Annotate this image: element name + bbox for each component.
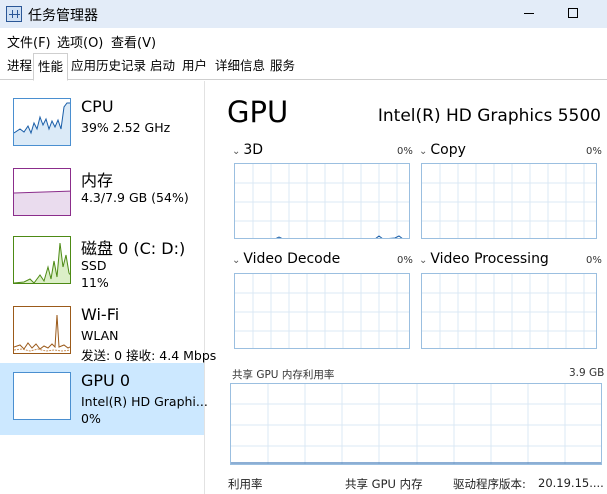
engine-video-decode-graph [234, 273, 410, 349]
sidebar-item-memory[interactable]: 内存 4.3/7.9 GB (54%) [0, 159, 204, 229]
engine-video-processing-label: Video Processing [430, 251, 549, 267]
task-manager-icon [6, 6, 22, 22]
engine-video-decode-label: Video Decode [243, 251, 341, 267]
chevron-down-icon: ⌄ [419, 255, 428, 266]
shared-memory-label: 共享 GPU 内存利用率 [232, 369, 335, 381]
engine-copy-percent: 0% [586, 146, 602, 157]
engine-copy-label: Copy [430, 142, 466, 158]
gpu-usage: 0% [81, 411, 101, 426]
tab-performance[interactable]: 性能 [33, 53, 69, 81]
engine-3d-selector[interactable]: ⌄ 3D [232, 142, 263, 158]
tab-startup[interactable]: 启动 [146, 53, 179, 79]
utilization-label: 利用率 [228, 477, 263, 491]
wifi-title: Wi-Fi [81, 305, 120, 324]
sidebar-item-disk[interactable]: 磁盘 0 (C: D:) SSD 11% [0, 227, 204, 297]
cpu-title: CPU [81, 97, 114, 116]
engine-video-processing-percent: 0% [586, 255, 602, 266]
gpu-title: GPU 0 [81, 371, 131, 390]
wifi-throughput: 发送: 0 接收: 4.4 Mbps [81, 348, 217, 363]
sidebar-item-gpu[interactable]: GPU 0 Intel(R) HD Graphi... 0% [0, 363, 208, 435]
gpu-model-name: Intel(R) HD Graphics 5500 [377, 106, 601, 126]
chevron-down-icon: ⌄ [419, 146, 428, 157]
engine-video-decode-percent: 0% [397, 255, 413, 266]
minimize-icon[interactable] [524, 13, 534, 14]
memory-thumbnail-graph [13, 168, 71, 216]
title-bar: 任务管理器 [0, 0, 607, 28]
engine-video-processing-graph [421, 273, 597, 349]
driver-version-value: 20.19.15.... [538, 476, 604, 490]
disk-usage: 11% [81, 275, 109, 290]
wifi-thumbnail-graph [13, 306, 71, 354]
menu-view[interactable]: 查看(V) [111, 32, 156, 51]
tab-users[interactable]: 用户 [178, 53, 211, 79]
memory-title: 内存 [81, 171, 114, 190]
gpu-thumbnail-graph [13, 372, 71, 420]
engine-copy-selector[interactable]: ⌄ Copy [419, 142, 466, 158]
engine-3d-percent: 0% [397, 146, 413, 157]
shared-memory-stat-label: 共享 GPU 内存 [345, 477, 423, 491]
tab-app-history[interactable]: 应用历史记录 [67, 53, 150, 79]
menu-bar: 文件(F) 选项(O) 查看(V) [0, 29, 607, 51]
window-title: 任务管理器 [28, 8, 98, 24]
wifi-adapter: WLAN [81, 328, 119, 343]
shared-memory-max: 3.9 GB [569, 367, 605, 379]
driver-version-label: 驱动程序版本: [453, 477, 526, 491]
maximize-icon[interactable] [568, 8, 578, 18]
gpu-model-short: Intel(R) HD Graphi... [81, 394, 208, 409]
memory-usage: 4.3/7.9 GB (54%) [81, 190, 189, 205]
chevron-down-icon: ⌄ [232, 146, 241, 157]
tab-details[interactable]: 详细信息 [211, 53, 269, 79]
engine-copy-graph [421, 163, 597, 239]
cpu-usage: 39% 2.52 GHz [81, 120, 171, 135]
engine-video-decode-selector[interactable]: ⌄ Video Decode [232, 251, 340, 267]
gpu-detail-panel: GPU Intel(R) HD Graphics 5500 ⌄ 3D 0% ⌄ Co… [215, 81, 607, 494]
cpu-thumbnail-graph [13, 98, 71, 146]
chevron-down-icon: ⌄ [232, 255, 241, 266]
disk-thumbnail-graph [13, 236, 71, 284]
sidebar-item-cpu[interactable]: CPU 39% 2.52 GHz [0, 89, 204, 159]
shared-memory-graph [230, 383, 602, 465]
tab-processes[interactable]: 进程 [3, 53, 36, 79]
menu-file[interactable]: 文件(F) [7, 32, 51, 51]
sidebar-item-wifi[interactable]: Wi-Fi WLAN 发送: 0 接收: 4.4 Mbps [0, 297, 216, 367]
disk-title: 磁盘 0 (C: D:) [81, 239, 186, 258]
engine-3d-label: 3D [243, 142, 264, 158]
tab-services[interactable]: 服务 [266, 53, 299, 79]
engine-3d-graph [234, 163, 410, 239]
page-title: GPU [227, 95, 289, 129]
tab-bar: 进程 性能 应用历史记录 启动 用户 详细信息 服务 [0, 53, 607, 81]
engine-video-processing-selector[interactable]: ⌄ Video Processing [419, 251, 549, 267]
menu-options[interactable]: 选项(O) [57, 32, 103, 51]
resource-sidebar: CPU 39% 2.52 GHz 内存 4.3/7.9 GB (54%) 磁盘 … [0, 81, 216, 494]
disk-type: SSD [81, 258, 107, 273]
